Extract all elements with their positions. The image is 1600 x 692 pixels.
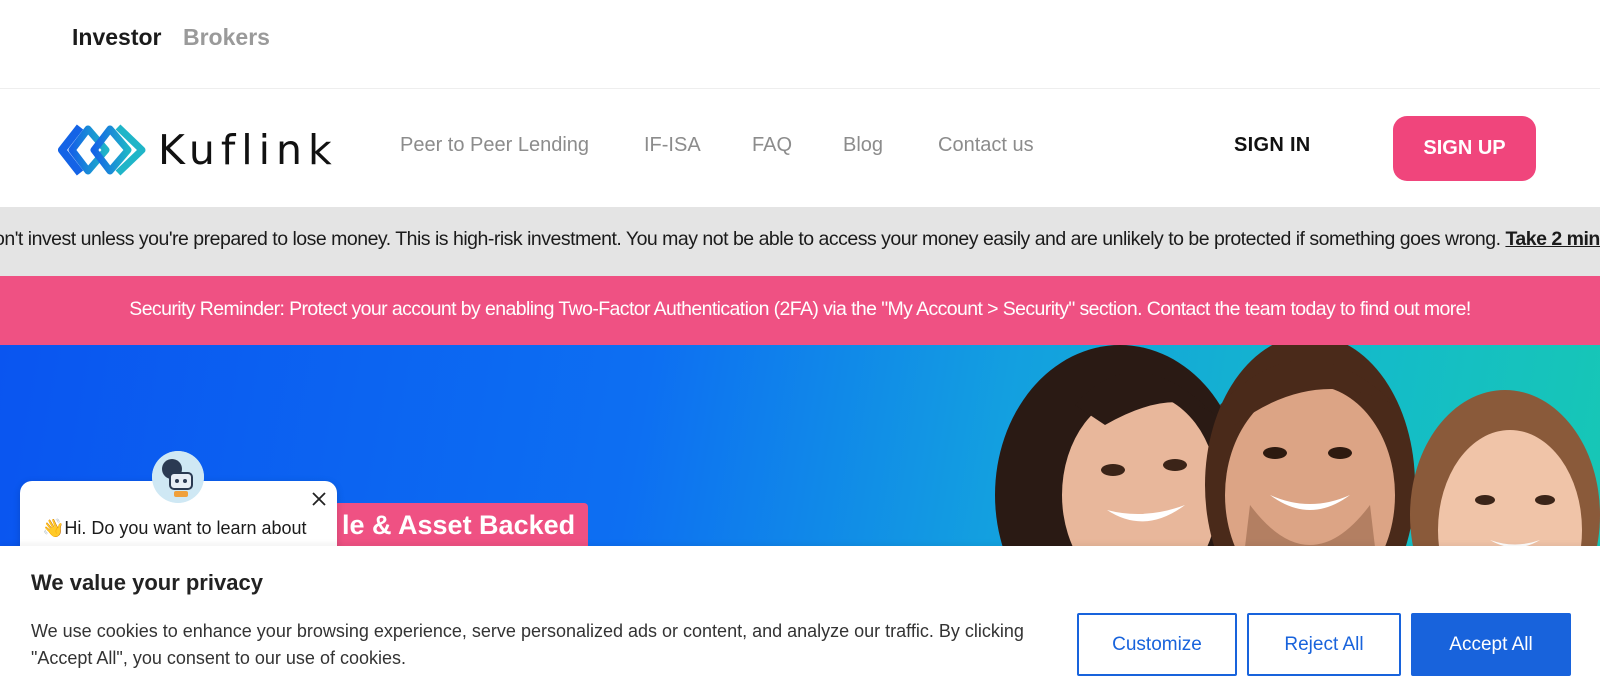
cookie-description: We use cookies to enhance your browsing … (31, 621, 1024, 668)
cookie-title: We value your privacy (31, 570, 263, 595)
sign-in-link[interactable]: SIGN IN (1234, 134, 1311, 157)
audience-bar: Investor Brokers (0, 0, 1600, 89)
security-reminder-banner: Security Reminder: Protect your account … (0, 276, 1600, 345)
chat-message-text: 👋Hi. Do you want to learn about (42, 518, 307, 538)
nav-blog[interactable]: Blog (843, 134, 883, 157)
nav-contact-us[interactable]: Contact us (938, 134, 1034, 157)
sign-up-button[interactable]: SIGN UP (1393, 116, 1536, 181)
close-icon[interactable] (309, 489, 329, 509)
hero-family-photo (995, 345, 1600, 547)
customize-button[interactable]: Customize (1077, 613, 1237, 676)
hero-tagline: le & Asset Backed (334, 503, 588, 547)
risk-warning-message: on't invest unless you're prepared to lo… (0, 228, 1506, 250)
risk-warning-banner: on't invest unless you're prepared to lo… (0, 207, 1600, 276)
nav-peer-to-peer-lending[interactable]: Peer to Peer Lending (400, 134, 589, 157)
logo-mark-icon (58, 124, 146, 176)
reject-all-button[interactable]: Reject All (1247, 613, 1401, 676)
logo-wordmark: Kuflink (158, 126, 338, 174)
risk-warning-text: on't invest unless you're prepared to lo… (0, 228, 1600, 251)
learn-more-link[interactable]: Take 2 minutes to learn more (1505, 228, 1600, 250)
robot-icon (152, 451, 204, 503)
investor-tab[interactable]: Investor (72, 24, 161, 51)
cookie-consent-banner: We value your privacy We use cookies to … (0, 546, 1600, 692)
brokers-tab[interactable]: Brokers (183, 24, 270, 51)
nav-faq[interactable]: FAQ (752, 134, 792, 157)
security-reminder-text: Security Reminder: Protect your account … (129, 298, 1471, 320)
kuflink-logo[interactable]: Kuflink (58, 119, 332, 181)
main-nav: Kuflink Peer to Peer Lending IF-ISA FAQ … (0, 89, 1600, 207)
nav-if-isa[interactable]: IF-ISA (644, 134, 701, 157)
accept-all-button[interactable]: Accept All (1411, 613, 1571, 676)
chat-bot-avatar[interactable] (152, 451, 204, 503)
